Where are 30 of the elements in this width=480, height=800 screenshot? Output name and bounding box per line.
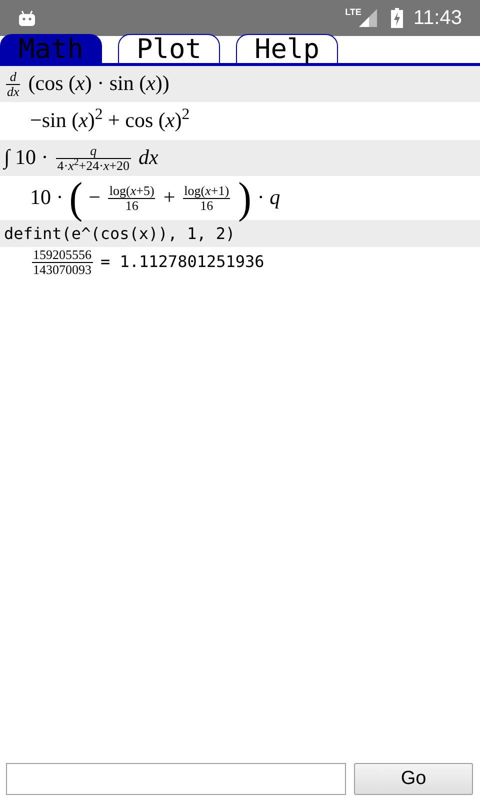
numerator: log(x+1) [183,184,230,198]
math-text: + [163,184,176,212]
math-text: (cos (x) · sin (x)) [28,70,170,98]
code-text: defint(e^(cos(x)), 1, 2) [4,222,236,244]
denominator: dx [6,84,20,98]
numerator: 159205556 [32,248,92,262]
battery-icon [391,8,404,28]
command-field[interactable] [6,763,346,795]
tab[interactable]: Plot [118,34,220,63]
denominator: 16 [200,198,214,212]
tab[interactable]: Help [236,34,338,63]
denominator: 16 [125,198,140,212]
android-icon [18,9,36,27]
math-text: · q [257,184,280,212]
signal-icon [359,9,378,27]
numerator: log(x+5) [108,184,156,198]
big-parenthesis: ) [238,176,252,220]
network-label: LTE [345,6,362,19]
big-parenthesis: ( [69,176,83,220]
go-button[interactable]: Go [354,763,473,795]
math-text: ∫ 10 · [4,144,48,172]
numerator: d [6,70,20,84]
math-text: dx [138,144,158,172]
math-text: 10 · [30,184,64,212]
code-text: = 1.1127801251936 [100,251,264,273]
math-text: −sin (x)$^{2}$ + cos (x)$^{2}$ [30,105,190,134]
math-text: − [88,184,100,212]
clock: 11:43 [413,6,462,31]
denominator: 143070093 [32,262,92,276]
numerator: q [56,144,131,158]
